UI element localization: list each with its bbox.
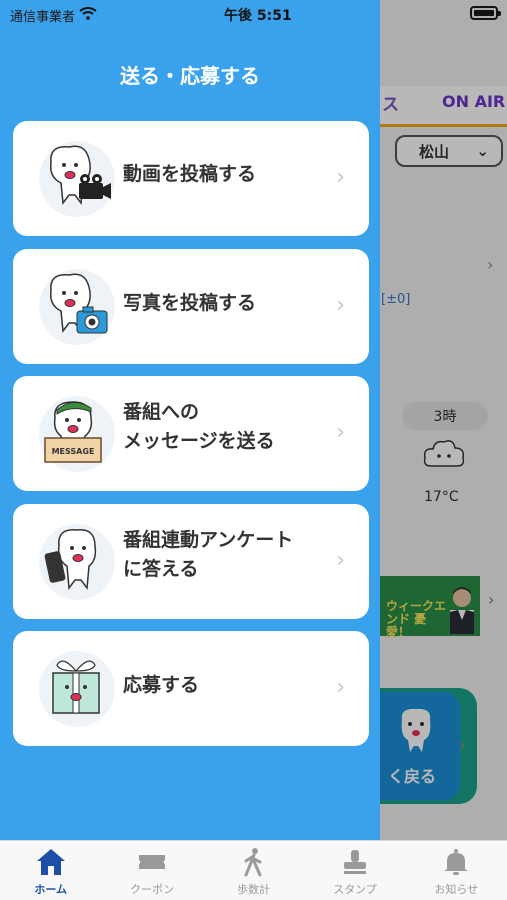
tab-label: クーポン [130, 883, 175, 896]
home-icon [36, 847, 66, 877]
video-camera-mascot-icon [37, 139, 117, 219]
chevron-right-icon: › [336, 165, 345, 190]
chevron-right-icon: › [336, 293, 345, 318]
message-badge: MESSAGE [52, 447, 95, 456]
tab-label: お知らせ [434, 883, 479, 896]
menu-item-label: 番組への メッセージを送る [123, 401, 275, 453]
tab-label: ホーム [34, 883, 68, 896]
chevron-right-icon: › [336, 675, 345, 700]
smartphone-mascot-icon [37, 522, 117, 602]
menu-item-post-video[interactable]: 動画を投稿する › [13, 121, 369, 236]
menu-item-label: 番組連動アンケート に答える [123, 529, 294, 581]
chevron-right-icon: › [336, 420, 345, 445]
wifi-icon [79, 7, 97, 24]
stamp-icon [340, 847, 370, 877]
bell-icon [441, 847, 471, 877]
walking-icon [239, 847, 269, 877]
menu-item-label: 動画を投稿する [123, 163, 257, 185]
bottom-tab-bar: ホーム クーポン 歩数計 スタンプ お知らせ [0, 840, 507, 900]
menu-item-send-message[interactable]: MESSAGE 番組への メッセージを送る › [13, 376, 369, 491]
status-time: 午後 5:51 [224, 8, 292, 24]
tab-home[interactable]: ホーム [0, 841, 101, 900]
gift-box-mascot-icon [37, 649, 117, 729]
menu-item-apply[interactable]: 応募する › [13, 631, 369, 746]
status-bar: 通信事業者 午後 5:51 [0, 0, 507, 28]
tab-notifications[interactable]: お知らせ [406, 841, 507, 900]
tab-label: スタンプ [333, 883, 377, 896]
side-drawer: 送る・応募する 動画を投稿する › 写真を投稿する › MESSAGE 番組への… [0, 0, 380, 840]
menu-item-answer-survey[interactable]: 番組連動アンケート に答える › [13, 504, 369, 619]
tab-stamp[interactable]: スタンプ [304, 841, 405, 900]
menu-item-label: 応募する [123, 674, 200, 696]
chevron-right-icon: › [336, 548, 345, 573]
message-board-mascot-icon: MESSAGE [37, 394, 117, 474]
tab-pedometer[interactable]: 歩数計 [203, 841, 304, 900]
battery-icon [470, 6, 501, 20]
drawer-title: 送る・応募する [120, 64, 260, 88]
carrier-name: 通信事業者 [10, 10, 76, 25]
coupon-icon [137, 847, 167, 877]
tab-coupon[interactable]: クーポン [101, 841, 202, 900]
menu-item-post-photo[interactable]: 写真を投稿する › [13, 249, 369, 364]
carrier-info: 通信事業者 [10, 6, 97, 25]
menu-item-label: 写真を投稿する [123, 292, 257, 314]
photo-camera-mascot-icon [37, 267, 117, 347]
tab-label: 歩数計 [237, 883, 271, 896]
